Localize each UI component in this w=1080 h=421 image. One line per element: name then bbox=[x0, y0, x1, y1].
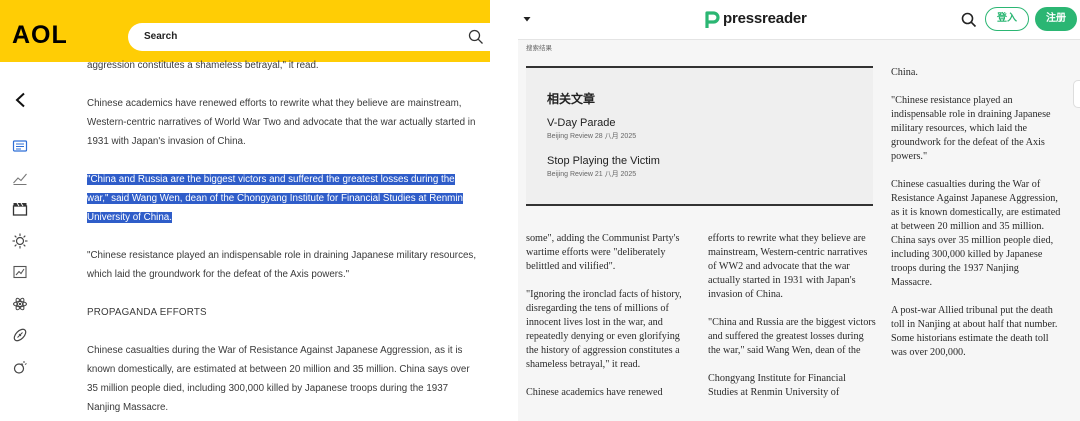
column-paragraph: Chinese academics have renewed bbox=[526, 387, 663, 398]
search-icon[interactable] bbox=[961, 12, 977, 28]
back-chevron-icon[interactable] bbox=[14, 92, 28, 108]
trending-icon[interactable] bbox=[12, 170, 28, 186]
pressreader-logo-icon[interactable] bbox=[704, 10, 720, 30]
article-paragraph-selected: "China and Russia are the biggest victor… bbox=[87, 170, 477, 227]
search-placeholder: Search bbox=[144, 31, 178, 42]
section-heading: PROPAGANDA EFFORTS bbox=[87, 307, 207, 318]
newspaper-icon[interactable] bbox=[12, 138, 28, 154]
column-paragraph: Chongyang Institute for Financial Studie… bbox=[708, 373, 846, 398]
register-button[interactable]: 注册 bbox=[1035, 7, 1077, 31]
related-article-meta: Beijing Review 21 八月 2025 bbox=[547, 171, 637, 178]
article-paragraph: "Chinese resistance played an indispensa… bbox=[87, 250, 477, 280]
column-paragraph: "Chinese resistance played an indispensa… bbox=[891, 95, 1051, 162]
related-article-item[interactable]: V-Day Parade Beijing Review 28 八月 2025 bbox=[547, 117, 636, 141]
article-paragraph: Chinese academics have renewed efforts t… bbox=[87, 98, 476, 147]
column-paragraph: "Ignoring the ironclad facts of history,… bbox=[526, 289, 682, 370]
related-articles-title: 相关文章 bbox=[547, 92, 596, 106]
breadcrumb[interactable]: 搜索结果 bbox=[526, 42, 552, 52]
article-paragraph: Chinese casualties during the War of Res… bbox=[87, 345, 470, 413]
column-paragraph: Chinese casualties during the War of Res… bbox=[891, 179, 1061, 288]
pressreader-header: pressreader 登入 注册 bbox=[518, 0, 1080, 40]
aol-header: AOL Search bbox=[0, 0, 490, 62]
category-rail bbox=[12, 138, 32, 390]
chevron-down-icon[interactable] bbox=[522, 14, 532, 24]
article-column-1: some", adding the Communist Party's wart… bbox=[526, 232, 694, 414]
chart-icon[interactable] bbox=[12, 264, 28, 280]
pressreader-logo[interactable]: pressreader bbox=[723, 10, 807, 27]
article-body: aggression constitutes a shameless betra… bbox=[87, 56, 477, 421]
related-articles-box: 相关文章 V-Day Parade Beijing Review 28 八月 2… bbox=[526, 66, 873, 206]
pane-divider bbox=[490, 0, 518, 421]
related-article-title[interactable]: Stop Playing the Victim bbox=[547, 155, 660, 167]
pressreader-pane: pressreader 登入 注册 搜索结果 相关文章 V-Day Parade… bbox=[518, 0, 1080, 421]
sun-icon[interactable] bbox=[12, 233, 28, 249]
column-paragraph: China. bbox=[891, 67, 918, 78]
column-paragraph: "China and Russia are the biggest victor… bbox=[708, 317, 876, 356]
football-icon[interactable] bbox=[12, 327, 28, 343]
column-paragraph: A post-war Allied tribunal put the death… bbox=[891, 305, 1058, 358]
column-paragraph: efforts to rewrite what they believe are… bbox=[708, 233, 868, 300]
weather-icon[interactable] bbox=[12, 359, 28, 375]
article-column-3: China. "Chinese resistance played an ind… bbox=[891, 66, 1061, 374]
search-input[interactable]: Search bbox=[128, 23, 490, 51]
related-article-meta: Beijing Review 28 八月 2025 bbox=[547, 133, 637, 140]
article-column-2: efforts to rewrite what they believe are… bbox=[708, 232, 876, 414]
aol-pane: AOL Search aggression constitutes a sham… bbox=[0, 0, 490, 421]
search-icon[interactable] bbox=[468, 29, 484, 45]
text-selection[interactable]: "China and Russia are the biggest victor… bbox=[87, 174, 463, 223]
login-button[interactable]: 登入 bbox=[985, 7, 1029, 31]
column-paragraph: some", adding the Communist Party's wart… bbox=[526, 233, 680, 272]
aol-logo[interactable]: AOL bbox=[12, 21, 68, 50]
side-panel-tab[interactable] bbox=[1073, 80, 1080, 108]
film-icon[interactable] bbox=[12, 201, 28, 217]
atom-icon[interactable] bbox=[12, 296, 28, 312]
related-article-item[interactable]: Stop Playing the Victim Beijing Review 2… bbox=[547, 155, 660, 179]
related-article-title[interactable]: V-Day Parade bbox=[547, 117, 636, 129]
article-paragraph: aggression constitutes a shameless betra… bbox=[87, 60, 319, 71]
